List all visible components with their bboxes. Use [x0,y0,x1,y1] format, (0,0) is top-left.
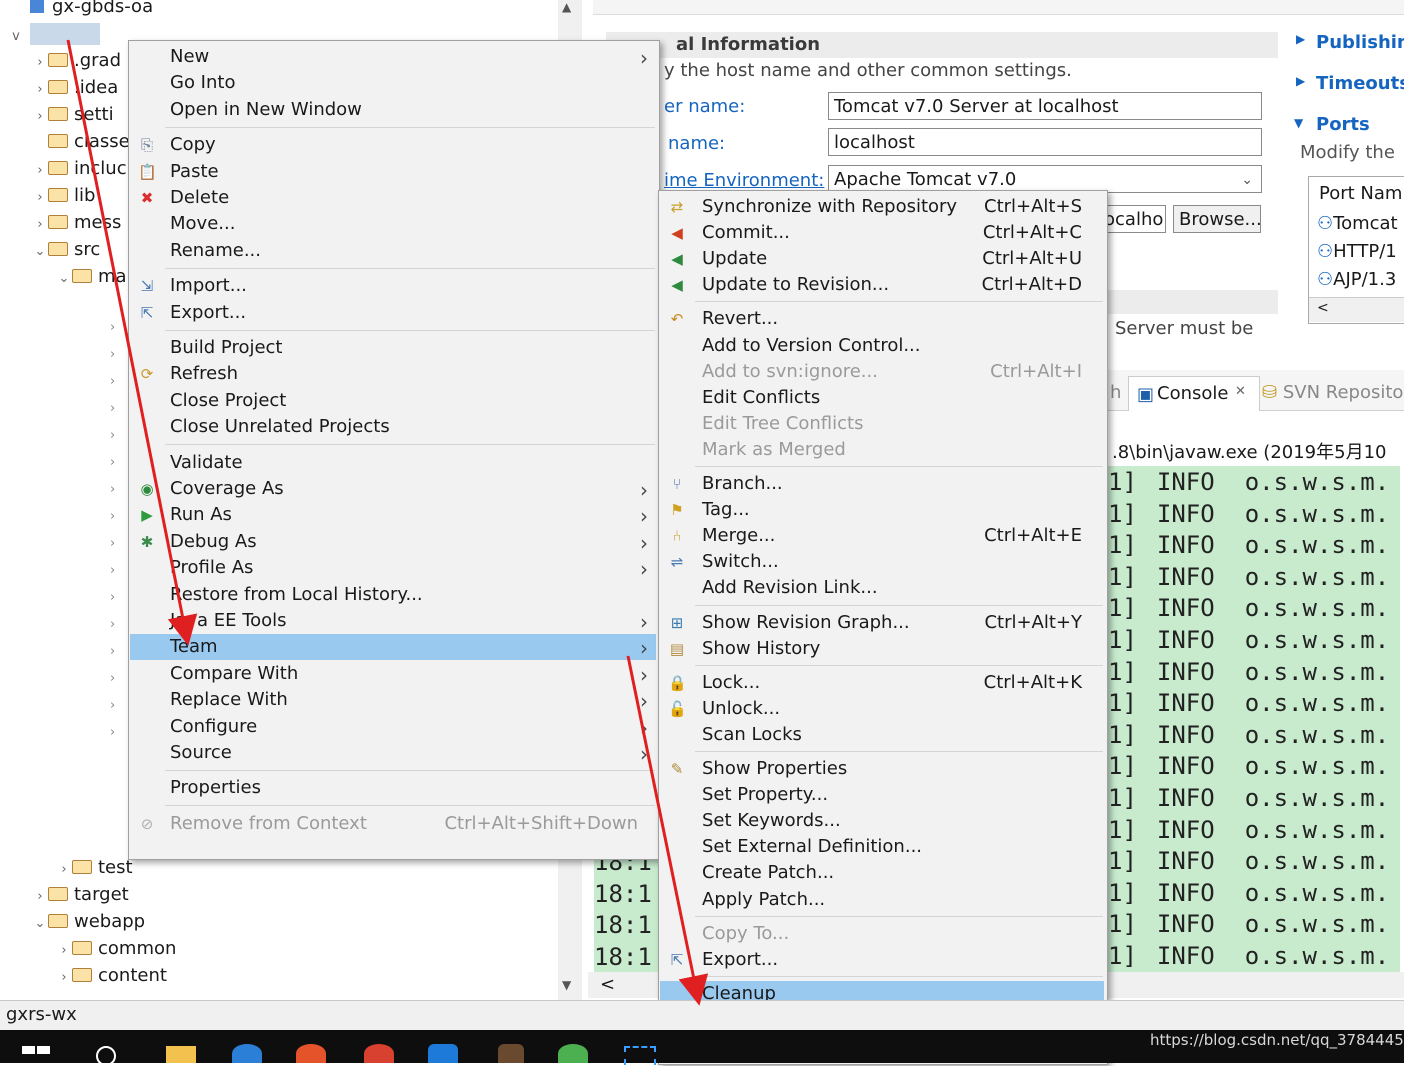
arrow-to-cleanup [626,655,709,1006]
annotation-arrows [66,39,709,1006]
arrow-to-team [66,39,198,646]
